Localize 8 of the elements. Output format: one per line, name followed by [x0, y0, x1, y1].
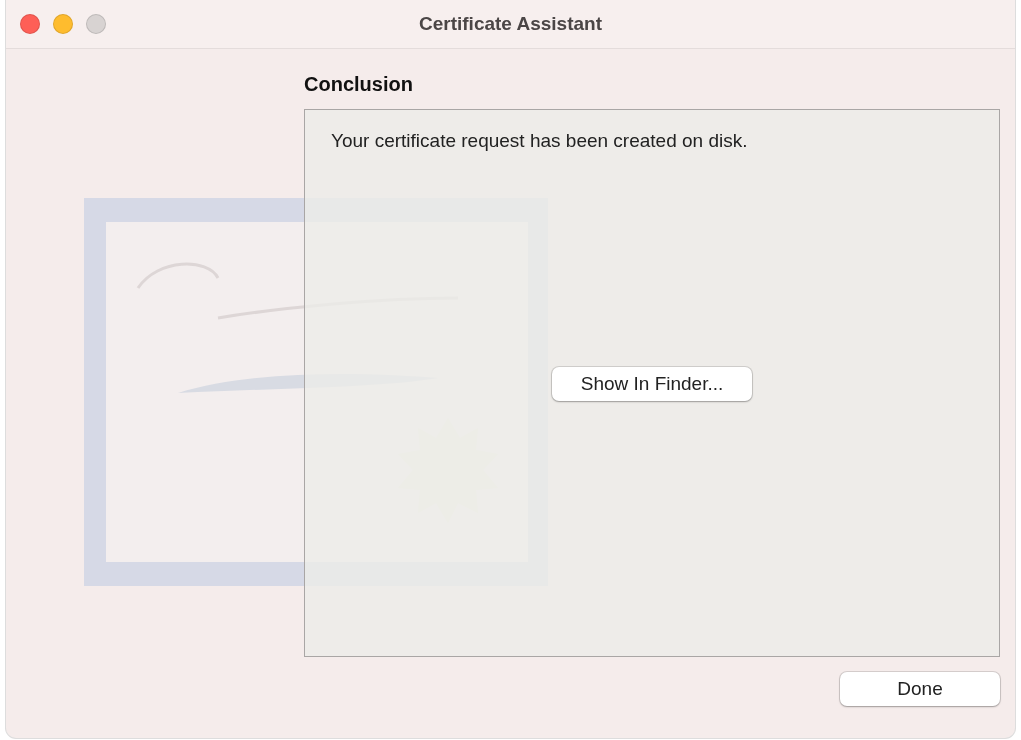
- close-button[interactable]: [20, 14, 40, 34]
- minimize-button[interactable]: [53, 14, 73, 34]
- zoom-button[interactable]: [86, 14, 106, 34]
- section-heading: Conclusion: [304, 73, 414, 96]
- window-title: Certificate Assistant: [419, 13, 602, 34]
- show-in-finder-button[interactable]: Show In Finder...: [552, 367, 752, 401]
- message-text: Your certificate request has been created on disk.: [330, 129, 749, 152]
- done-button[interactable]: Done: [840, 672, 1000, 706]
